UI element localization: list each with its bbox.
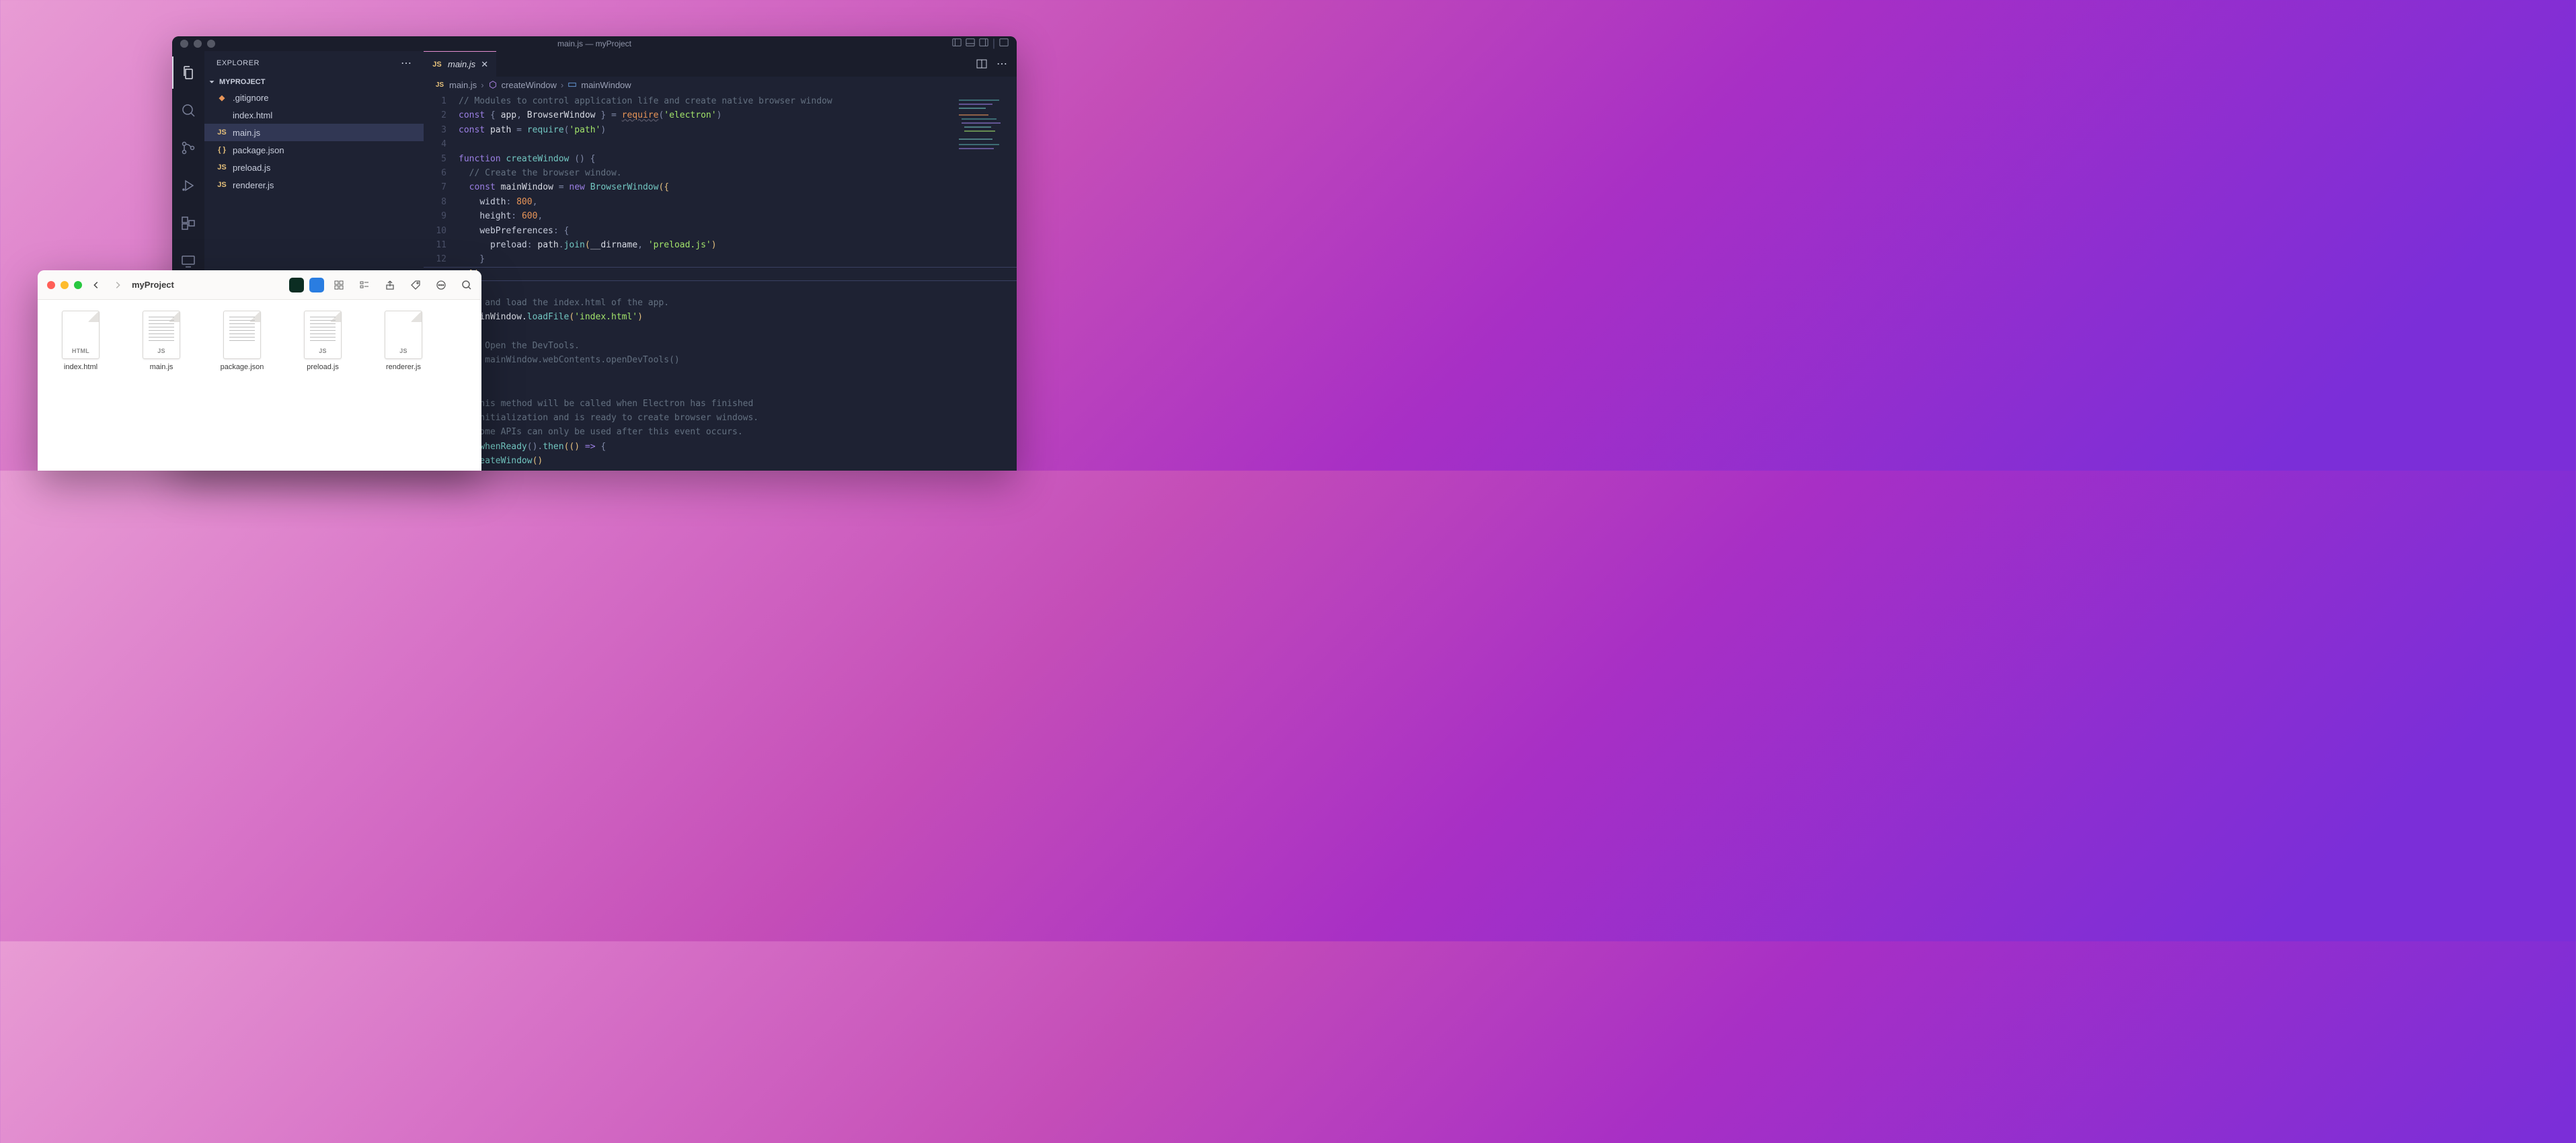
window-controls — [47, 281, 82, 289]
variable-icon — [568, 80, 577, 89]
view-grid-icon[interactable] — [334, 280, 344, 290]
panel-left-icon[interactable] — [952, 38, 962, 47]
back-icon[interactable] — [91, 280, 101, 290]
terminal-app-icon[interactable] — [289, 278, 304, 292]
zoom-button[interactable] — [74, 281, 82, 289]
document-icon: JS — [385, 311, 422, 359]
code-content[interactable]: // Modules to control application life a… — [459, 93, 1017, 471]
file--gitignore[interactable]: ◆ .gitignore — [204, 89, 424, 106]
open-with-apps — [289, 278, 324, 292]
window-controls — [180, 40, 215, 48]
file-label: renderer.js — [233, 180, 274, 190]
file-label: preload.js — [233, 163, 270, 173]
nav-controls — [91, 280, 122, 290]
js-icon: JS — [217, 128, 227, 136]
zoom-dot[interactable] — [207, 40, 215, 48]
extensions-icon[interactable] — [172, 207, 204, 239]
document-icon: HTML — [62, 311, 100, 359]
chevron-down-icon — [207, 77, 217, 87]
debug-icon[interactable] — [172, 169, 204, 202]
git-icon: ◆ — [217, 93, 227, 102]
js-icon: JS — [432, 61, 442, 69]
json-icon: { } — [217, 146, 227, 154]
js-icon: JS — [217, 163, 227, 171]
close-icon[interactable]: ✕ — [481, 59, 488, 70]
vscode-app-icon[interactable] — [309, 278, 324, 292]
document-icon: JS — [304, 311, 342, 359]
vscode-titlebar: main.js — myProject | — [172, 36, 1017, 51]
file-index-html[interactable]: index.html — [204, 106, 424, 124]
tab-main-js[interactable]: JS main.js ✕ — [424, 51, 496, 77]
js-icon: JS — [217, 181, 227, 189]
window-title: main.js — myProject — [557, 39, 631, 48]
minimap[interactable] — [955, 97, 1013, 157]
folder-header[interactable]: MYPROJECT — [204, 75, 424, 89]
close-button[interactable] — [47, 281, 55, 289]
search-icon[interactable] — [461, 280, 472, 290]
finder-item-renderer-js[interactable]: JS renderer.js — [373, 311, 434, 460]
tab-bar: JS main.js ✕ ⋯ — [424, 51, 1017, 77]
file-label: .gitignore — [233, 93, 268, 103]
explorer-icon[interactable] — [172, 56, 204, 89]
folder-name: MYPROJECT — [219, 78, 265, 86]
finder-item-main-js[interactable]: JS main.js — [130, 311, 192, 460]
editor-area: JS main.js ✕ ⋯ JS main.js › createWindow… — [424, 51, 1017, 471]
source-control-icon[interactable] — [172, 132, 204, 164]
breadcrumb[interactable]: JS main.js › createWindow › mainWindow — [424, 77, 1017, 93]
breadcrumb-fn: createWindow — [502, 80, 557, 90]
breadcrumb-file: main.js — [449, 80, 477, 90]
group-icon[interactable] — [359, 280, 370, 290]
file-label: index.html — [233, 110, 272, 120]
minimize-button[interactable] — [61, 281, 69, 289]
share-icon[interactable] — [385, 280, 395, 290]
tag-icon[interactable] — [410, 280, 421, 290]
file-renderer-js[interactable]: JS renderer.js — [204, 176, 424, 194]
file-label: main.js — [233, 128, 260, 138]
split-editor-icon[interactable] — [976, 58, 987, 69]
code-area[interactable]: 123456789101112 // Modules to control ap… — [424, 93, 1017, 471]
file-label: index.html — [64, 363, 97, 371]
action-menu-icon[interactable] — [436, 280, 446, 290]
sidebar-title: EXPLORER — [217, 59, 260, 67]
layout-icon[interactable] — [999, 38, 1009, 47]
file-label: package.json — [233, 145, 284, 155]
finder-window: myProject HTML index.html JS main.js package… — [38, 270, 481, 471]
finder-item-index-html[interactable]: HTML index.html — [50, 311, 112, 460]
layout-controls: | — [952, 38, 1009, 50]
finder-title: myProject — [132, 280, 174, 290]
panel-bottom-icon[interactable] — [966, 38, 975, 47]
minimize-dot[interactable] — [194, 40, 202, 48]
file-label: renderer.js — [386, 363, 421, 371]
editor-more-icon[interactable]: ⋯ — [997, 57, 1007, 71]
finder-toolbar: myProject — [38, 270, 481, 300]
forward-icon[interactable] — [113, 280, 122, 290]
search-icon[interactable] — [172, 94, 204, 126]
js-icon: JS — [434, 81, 445, 89]
method-icon — [488, 80, 498, 89]
finder-body[interactable]: HTML index.html JS main.js package.json JS pre… — [38, 300, 481, 471]
sidebar-more-icon[interactable]: ⋯ — [401, 56, 412, 70]
document-icon: JS — [143, 311, 180, 359]
finder-item-preload-js[interactable]: JS preload.js — [292, 311, 354, 460]
document-icon — [223, 311, 261, 359]
file-package-json[interactable]: { } package.json — [204, 141, 424, 159]
panel-right-icon[interactable] — [979, 38, 988, 47]
file-label: main.js — [150, 363, 173, 371]
file-preload-js[interactable]: JS preload.js — [204, 159, 424, 176]
finder-item-package-json[interactable]: package.json — [211, 311, 273, 460]
file-label: preload.js — [307, 363, 339, 371]
file-main-js[interactable]: JS main.js — [204, 124, 424, 141]
tab-label: main.js — [448, 59, 475, 69]
breadcrumb-sym: mainWindow — [581, 80, 631, 90]
file-label: package.json — [221, 363, 264, 371]
close-dot[interactable] — [180, 40, 188, 48]
